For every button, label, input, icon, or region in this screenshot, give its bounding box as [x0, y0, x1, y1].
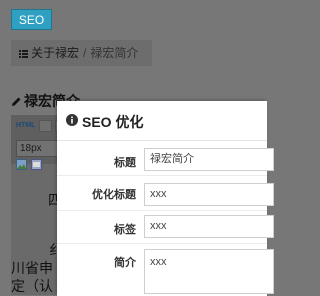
title-input[interactable]: 禄宏简介: [144, 148, 274, 171]
toolbar-button[interactable]: [39, 120, 52, 132]
editor-text: 定（认: [11, 278, 53, 294]
summary-textarea[interactable]: xxx: [144, 249, 274, 294]
title-label: 标题: [114, 157, 136, 169]
media-icon[interactable]: [31, 159, 42, 170]
seo-title-input[interactable]: xxx: [144, 183, 274, 206]
seo-modal: SEO 优化 标题 禄宏简介 优化标题 xxx 标签 xxx 简介 xxx: [57, 101, 274, 296]
breadcrumb-current: 禄宏简介: [90, 46, 139, 60]
tags-input[interactable]: xxx: [144, 215, 274, 238]
info-icon: [66, 114, 78, 126]
list-icon: [19, 50, 28, 58]
divider: [57, 175, 267, 176]
image-icon[interactable]: [16, 159, 27, 170]
breadcrumb-separator: /: [83, 46, 87, 60]
divider: [57, 243, 267, 244]
breadcrumb: 关于禄宏 / 禄宏简介: [11, 40, 152, 66]
pencil-icon: [12, 97, 21, 106]
divider: [57, 210, 267, 211]
seo-button[interactable]: SEO: [11, 9, 52, 30]
breadcrumb-parent-link[interactable]: 关于禄宏: [31, 46, 79, 60]
summary-label: 简介: [114, 257, 136, 269]
seo-title-label: 优化标题: [92, 189, 136, 201]
modal-title: SEO 优化: [82, 114, 144, 130]
tags-label: 标签: [114, 224, 136, 236]
editor-text: 川省申: [11, 260, 53, 276]
html-source-button[interactable]: HTML: [16, 122, 35, 129]
modal-header: SEO 优化: [57, 101, 267, 141]
